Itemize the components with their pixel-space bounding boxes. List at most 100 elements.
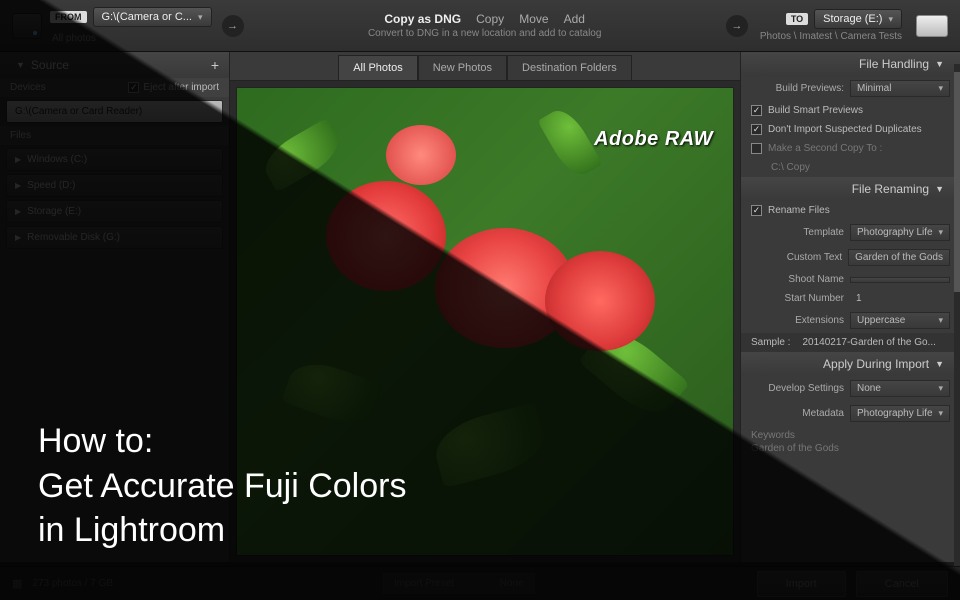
to-drive-label: Storage (E:) [823,13,882,25]
files-label: Files [10,130,31,141]
source-select-group: FROM G:\(Camera or C... ▾ All photos [50,7,212,44]
tab-destination-folders[interactable]: Destination Folders [507,55,632,80]
smart-previews-checkbox[interactable]: ✓ [751,105,762,116]
template-dropdown[interactable]: Photography Life ▾ [850,224,950,241]
from-drive-dropdown[interactable]: G:\(Camera or C... ▾ [93,7,212,27]
promo-line-2: Get Accurate Fuji Colors [38,464,406,508]
import-action-group: Copy as DNG Copy Move Add Convert to DNG… [254,12,716,39]
file-renaming-header[interactable]: File Renaming ▼ [741,177,960,201]
right-scrollbar[interactable] [954,64,960,566]
import-button[interactable]: Import [757,571,846,597]
chevron-down-icon: ▾ [938,227,943,238]
import-topbar: FROM G:\(Camera or C... ▾ All photos → C… [0,0,960,52]
arrow-right-icon[interactable]: → [222,15,244,37]
volume-label: Windows (C:) [27,154,87,165]
source-title: Source [31,58,69,72]
suspect-dupes-checkbox[interactable]: ✓ [751,124,762,135]
build-previews-dropdown[interactable]: Minimal▾ [850,80,950,97]
add-source-icon[interactable]: + [211,57,219,73]
template-value: Photography Life [857,227,933,238]
triangle-right-icon: ▶ [15,155,21,164]
eject-checkbox[interactable]: ✓ [128,82,139,93]
action-description: Convert to DNG in a new location and add… [254,28,716,39]
source-drive-icon [12,13,42,39]
chevron-down-icon: ▾ [888,14,893,25]
scrollbar-thumb[interactable] [954,72,960,292]
extensions-value: Uppercase [857,315,905,326]
source-panel-header[interactable]: ▼ Source + [0,52,229,78]
smart-previews-label: Build Smart Previews [768,105,863,116]
file-renaming-title: File Renaming [852,182,929,196]
import-preset-dropdown[interactable]: Import Preset : None [383,573,534,594]
promo-line-3: in Lightroom [38,508,406,552]
bottom-bar: ▦ 273 photos / 7 GB Import Preset : None… [0,566,960,600]
volume-row[interactable]: ▶Speed (D:) [6,174,223,197]
tab-new-photos[interactable]: New Photos [418,55,507,80]
eject-label: Eject after import [143,82,219,93]
triangle-right-icon: ▶ [15,181,21,190]
to-drive-dropdown[interactable]: Storage (E:) ▾ [814,9,902,29]
volume-label: Removable Disk (G:) [27,232,120,243]
volume-row[interactable]: ▶Storage (E:) [6,200,223,223]
grid-toggle-icon[interactable]: ▦ [12,577,22,590]
triangle-down-icon: ▼ [935,59,944,69]
devices-subhead: Devices ✓ Eject after import [0,78,229,97]
to-badge: TO [786,13,808,25]
preview-tabs: All Photos New Photos Destination Folder… [230,52,740,81]
keywords-value[interactable]: Garden of the Gods [751,443,839,454]
keywords-label: Keywords [751,430,795,441]
shoot-name-label: Shoot Name [751,274,844,285]
start-number-label: Start Number [751,293,844,304]
custom-text-input[interactable]: Garden of the Gods [848,249,950,266]
shoot-name-input[interactable] [850,277,950,283]
apply-during-title: Apply During Import [823,357,929,371]
import-preset-label: Import Preset : [394,578,460,589]
file-handling-header[interactable]: File Handling ▼ [741,52,960,76]
metadata-dropdown[interactable]: Photography Life▾ [850,405,950,422]
cancel-button[interactable]: Cancel [856,571,948,597]
sample-label: Sample : [751,337,790,348]
develop-settings-label: Develop Settings [751,383,844,394]
metadata-label: Metadata [751,408,844,419]
volume-label: Storage (E:) [27,206,81,217]
action-copy[interactable]: Copy [470,12,510,26]
from-drive-label: G:\(Camera or C... [102,11,192,23]
tab-all-photos[interactable]: All Photos [338,55,418,80]
file-handling-title: File Handling [859,57,929,71]
promo-line-1: How to: [38,419,406,463]
photo-count: 273 photos / 7 GB [32,578,113,589]
import-preset-value: None [500,578,524,589]
metadata-value: Photography Life [857,408,933,419]
triangle-down-icon: ▼ [935,184,944,194]
volume-row[interactable]: ▶Removable Disk (G:) [6,226,223,249]
device-label: G:\(Camera or Card Reader) [15,106,142,117]
dest-drive-icon [916,15,948,37]
second-copy-checkbox[interactable] [751,143,762,154]
devices-label: Devices [10,82,46,93]
action-move[interactable]: Move [513,12,554,26]
promo-title: How to: Get Accurate Fuji Colors in Ligh… [38,419,406,552]
second-copy-path: C:\ Copy [771,162,810,173]
volume-row[interactable]: ▶ Windows (C:) [6,148,223,171]
suspect-dupes-label: Don't Import Suspected Duplicates [768,124,922,135]
from-badge: FROM [50,11,87,23]
second-copy-label: Make a Second Copy To : [768,143,882,154]
triangle-down-icon: ▼ [16,60,25,70]
extensions-dropdown[interactable]: Uppercase▾ [850,312,950,329]
start-number-value: 1 [850,293,950,304]
extensions-label: Extensions [751,315,844,326]
arrow-right-icon[interactable]: → [726,15,748,37]
device-row[interactable]: G:\(Camera or Card Reader) [6,100,223,123]
custom-text-label: Custom Text [751,252,842,263]
sample-value: 20140217-Garden of the Go... [802,337,935,348]
develop-settings-dropdown[interactable]: None▾ [850,380,950,397]
files-subhead: Files [0,126,229,145]
build-previews-label: Build Previews: [751,83,844,94]
rename-files-checkbox[interactable]: ✓ [751,205,762,216]
apply-during-header[interactable]: Apply During Import ▼ [741,352,960,376]
from-sublabel: All photos [50,33,96,44]
right-panel: File Handling ▼ Build Previews: Minimal▾… [740,52,960,562]
action-copy-dng[interactable]: Copy as DNG [378,12,467,26]
action-add[interactable]: Add [558,12,591,26]
custom-text-value: Garden of the Gods [855,252,943,263]
